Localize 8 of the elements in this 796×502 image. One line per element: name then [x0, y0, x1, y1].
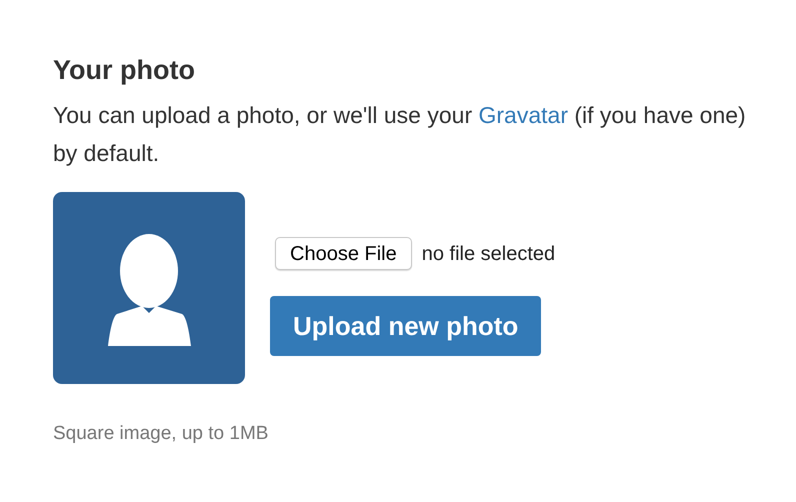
section-heading: Your photo [53, 54, 196, 87]
choose-file-button[interactable]: Choose File [275, 237, 412, 270]
avatar-placeholder-icon [53, 192, 245, 384]
file-status-text: no file selected [422, 242, 556, 266]
gravatar-link[interactable]: Gravatar [478, 102, 568, 128]
intro-text: You can upload a photo, or we'll use your Gravatar (if you have one) by default. [53, 101, 747, 168]
upload-button[interactable]: Upload new photo [270, 296, 542, 356]
hint-text: Square image, up to 1MB [53, 422, 270, 446]
